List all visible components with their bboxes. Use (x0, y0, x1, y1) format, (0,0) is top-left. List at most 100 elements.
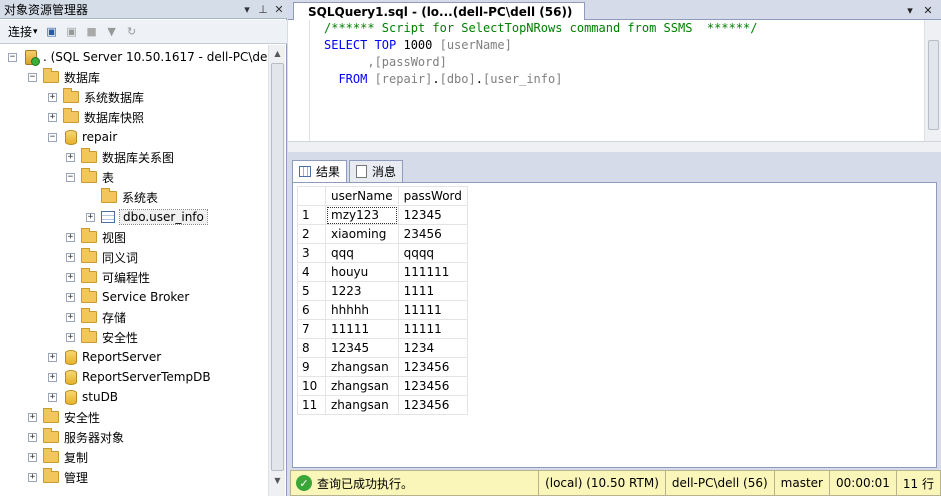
expand-icon[interactable]: + (48, 372, 57, 382)
tree-node[interactable]: + 存储 (66, 307, 126, 327)
query-editor[interactable]: /****** Script for SelectTopNRows comman… (288, 20, 941, 152)
expand-icon[interactable]: + (66, 252, 75, 262)
expand-icon[interactable]: + (48, 112, 57, 122)
tree-node[interactable]: + 数据库关系图 (66, 147, 174, 167)
editor-horizontal-scrollbar[interactable] (288, 141, 941, 152)
expand-icon[interactable]: + (28, 472, 37, 482)
table-row[interactable]: 1 mzy123 12345 (297, 205, 468, 225)
stop-icon[interactable]: ■ (84, 24, 100, 40)
cell-username[interactable]: hhhhh (325, 300, 399, 320)
row-number[interactable]: 5 (297, 281, 326, 301)
tree-node[interactable]: + ReportServerTempDB (48, 367, 211, 387)
cell-username[interactable]: 11111 (325, 319, 399, 339)
expand-icon[interactable]: + (66, 292, 75, 302)
tree-node[interactable]: + Service Broker (66, 287, 189, 307)
row-number[interactable]: 6 (297, 300, 326, 320)
close-document-icon[interactable]: ✕ (920, 2, 936, 18)
cell-username[interactable]: zhangsan (325, 357, 399, 377)
row-number[interactable]: 9 (297, 357, 326, 377)
table-row[interactable]: 3 qqq qqqq (297, 243, 468, 263)
tree-node[interactable]: + 数据库快照 (48, 107, 144, 127)
row-number[interactable]: 1 (297, 205, 326, 225)
close-icon[interactable]: ✕ (271, 3, 287, 16)
cell-username[interactable]: 1223 (325, 281, 399, 301)
tree-node[interactable]: − . (SQL Server 10.50.1617 - dell-PC\dell (8, 47, 268, 67)
tree-node[interactable]: + 系统数据库 (48, 87, 144, 107)
editor-results-splitter[interactable] (288, 152, 941, 160)
row-number[interactable]: 7 (297, 319, 326, 339)
row-number[interactable]: 3 (297, 243, 326, 263)
table-row[interactable]: 11 zhangsan 123456 (297, 395, 468, 415)
cell-password[interactable]: 123456 (397, 357, 468, 377)
tree-node[interactable]: + 可编程性 (66, 267, 150, 287)
tab-results[interactable]: 结果 (292, 160, 348, 182)
tree-node[interactable]: − 数据库 (28, 67, 100, 87)
cell-password[interactable]: 12345 (397, 205, 468, 225)
code-line[interactable]: FROM [repair].[dbo].[user_info] (324, 71, 562, 88)
expand-icon[interactable]: + (86, 212, 95, 222)
collapse-icon[interactable]: − (66, 172, 75, 182)
row-number[interactable]: 4 (297, 262, 326, 282)
expand-icon[interactable]: + (66, 152, 75, 162)
cell-password[interactable]: 1111 (397, 281, 468, 301)
cell-password[interactable]: 11111 (397, 300, 468, 320)
cell-username[interactable]: houyu (325, 262, 399, 282)
table-row[interactable]: 4 houyu 111111 (297, 262, 468, 282)
tree-node[interactable]: + 服务器对象 (28, 427, 124, 447)
object-explorer-scrollbar[interactable]: ▲ ▼ (268, 45, 285, 496)
table-row[interactable]: 5 1223 1111 (297, 281, 468, 301)
tab-list-icon[interactable]: ▾ (902, 2, 918, 18)
tree-node[interactable]: − 表 (66, 167, 114, 187)
row-number[interactable]: 11 (297, 395, 326, 415)
table-row[interactable]: 9 zhangsan 123456 (297, 357, 468, 377)
tree-node[interactable]: + ReportServer (48, 347, 161, 367)
expand-icon[interactable]: + (28, 452, 37, 462)
cell-username[interactable]: 12345 (325, 338, 399, 358)
expand-icon[interactable]: + (48, 352, 57, 362)
expand-icon[interactable]: + (48, 92, 57, 102)
code-line[interactable]: SELECT TOP 1000 [userName] (324, 37, 512, 54)
tab-sqlquery1[interactable]: SQLQuery1.sql - (lo...(dell-PC\dell (56)… (293, 2, 586, 21)
disconnect-icon[interactable]: ▣ (64, 24, 80, 40)
tree-node[interactable]: + 视图 (66, 227, 126, 247)
collapse-icon[interactable]: − (48, 132, 57, 142)
tree-node[interactable]: + dbo.user_info (86, 207, 208, 227)
tree-node[interactable]: + 复制 (28, 447, 88, 467)
tree-node[interactable]: + 安全性 (66, 327, 138, 347)
tree-node[interactable]: − repair (48, 127, 117, 147)
cell-password[interactable]: 11111 (397, 319, 468, 339)
scroll-up-icon[interactable]: ▲ (269, 45, 286, 62)
cell-password[interactable]: 123456 (397, 376, 468, 396)
refresh-icon[interactable]: ↻ (124, 24, 140, 40)
scrollbar-thumb[interactable] (271, 63, 284, 471)
tree-node[interactable]: 系统表 (86, 187, 158, 207)
expand-icon[interactable]: + (66, 312, 75, 322)
expand-icon[interactable]: + (66, 332, 75, 342)
cell-username[interactable]: zhangsan (325, 395, 399, 415)
cell-password[interactable]: 23456 (397, 224, 468, 244)
expand-icon[interactable]: + (28, 412, 37, 422)
tree-node[interactable]: + 安全性 (28, 407, 100, 427)
window-position-icon[interactable]: ▾ (239, 3, 255, 16)
column-header-password[interactable]: passWord (397, 186, 468, 206)
expand-icon[interactable]: + (66, 232, 75, 242)
tab-messages[interactable]: 消息 (349, 160, 404, 182)
table-row[interactable]: 7 11111 11111 (297, 319, 468, 339)
tree-node[interactable]: + 同义词 (66, 247, 138, 267)
expand-icon[interactable]: + (28, 432, 37, 442)
table-row[interactable]: 2 xiaoming 23456 (297, 224, 468, 244)
expand-icon[interactable]: + (48, 392, 57, 402)
cell-password[interactable]: 111111 (397, 262, 468, 282)
cell-username[interactable]: zhangsan (325, 376, 399, 396)
cell-password[interactable]: 123456 (397, 395, 468, 415)
cell-password[interactable]: 1234 (397, 338, 468, 358)
filter-icon[interactable]: ▼ (104, 24, 120, 40)
collapse-icon[interactable]: − (8, 52, 17, 62)
editor-vertical-scrollbar[interactable] (924, 20, 941, 141)
row-number[interactable]: 10 (297, 376, 326, 396)
connect-button[interactable]: 连接 ▾ (6, 23, 40, 41)
cell-username[interactable]: mzy123 (325, 205, 399, 225)
row-number[interactable]: 8 (297, 338, 326, 358)
table-row[interactable]: 6 hhhhh 11111 (297, 300, 468, 320)
scrollbar-thumb[interactable] (928, 40, 939, 130)
